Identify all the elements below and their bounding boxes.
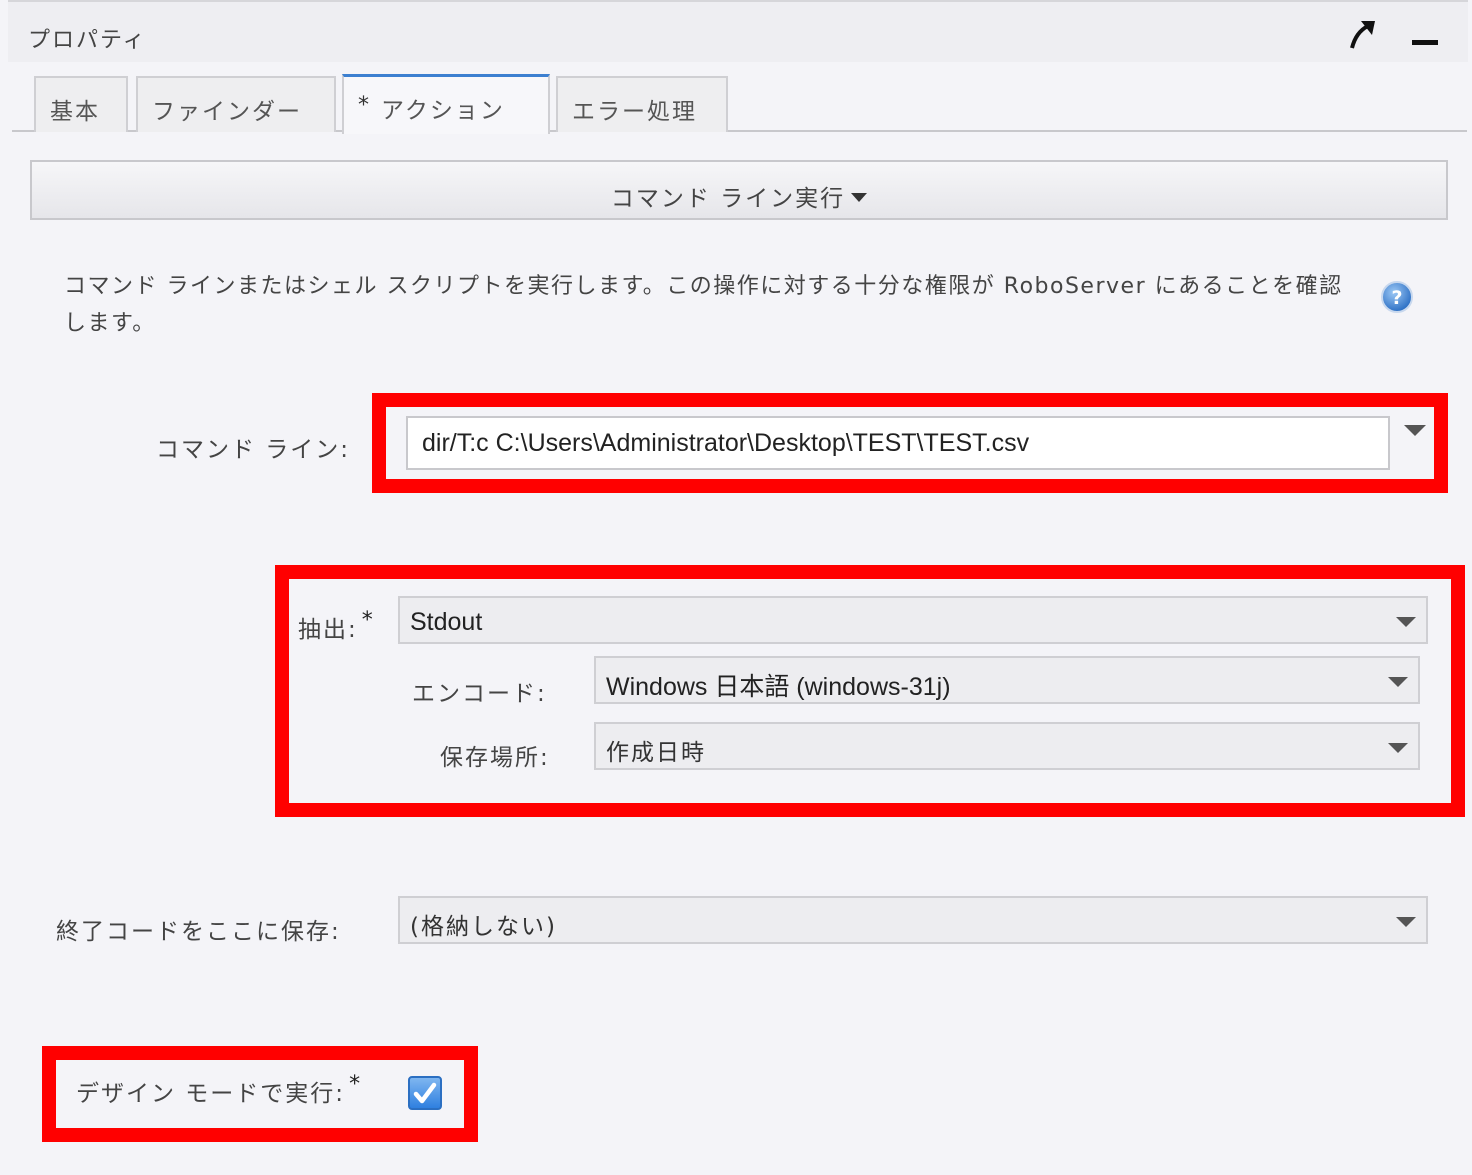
panel-header: プロパティ [8, 0, 1468, 62]
design-mode-highlight [42, 1046, 478, 1142]
tab-finder[interactable]: ファインダー [136, 76, 336, 132]
command-line-highlight [372, 393, 1448, 493]
exit-code-label: 終了コードをここに保存: [56, 919, 341, 945]
tab-error-handling-label: エラー処理 [572, 99, 697, 125]
tab-error-handling[interactable]: エラー処理 [556, 76, 728, 132]
exit-code-value: (格納しない) [410, 914, 557, 940]
diagonal-arrow-icon[interactable] [1348, 18, 1378, 52]
action-description: コマンド ラインまたはシェル スクリプトを実行します。この操作に対する十分な権限… [64, 274, 1343, 336]
help-question-icon[interactable]: ? [1380, 280, 1414, 314]
tab-finder-label: ファインダー [152, 99, 302, 125]
command-line-label: コマンド ライン: [156, 437, 351, 463]
action-selector-button[interactable]: コマンド ライン実行 [30, 160, 1448, 220]
panel-title: プロパティ [28, 28, 147, 53]
tab-action-label: アクション [381, 98, 505, 124]
tab-action[interactable]: * アクション [342, 74, 550, 134]
caret-down-icon [851, 193, 868, 202]
tab-basic[interactable]: 基本 [34, 76, 128, 132]
exit-code-select[interactable]: (格納しない) [398, 896, 1428, 944]
tab-basic-label: 基本 [50, 99, 100, 125]
minimize-icon[interactable] [1410, 18, 1440, 52]
tab-bar: 基本 ファインダー * アクション エラー処理 [12, 72, 1467, 134]
tab-modified-marker: * [358, 93, 371, 118]
svg-text:?: ? [1391, 287, 1402, 309]
chevron-down-icon [1396, 917, 1416, 927]
extract-group-highlight [275, 565, 1465, 817]
action-selector-label: コマンド ライン実行 [610, 186, 846, 212]
